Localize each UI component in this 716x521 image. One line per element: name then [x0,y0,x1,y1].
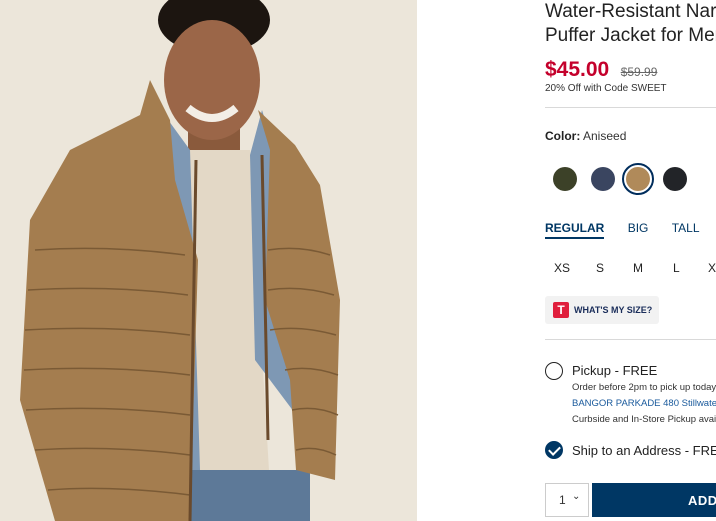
size-m[interactable]: M [633,261,643,275]
fit-tab-big[interactable]: BIG [628,221,649,235]
pickup-title: Pickup - FREE [572,363,658,378]
color-swatches [545,161,716,197]
quantity-select[interactable]: 1 ⌄ [545,483,589,517]
divider [545,339,716,340]
add-to-bag-button[interactable]: ADD TO BAG [592,483,716,517]
ship-title: Ship to an Address - FREE [572,443,716,458]
color-label: Color: Aniseed [545,129,626,143]
true-fit-logo-icon: T [553,302,569,318]
swatch-aniseed [626,167,650,191]
pickup-radio[interactable] [545,362,563,380]
product-title: Water-Resistant Narrow-Channel Puffer Ja… [545,0,716,48]
product-image[interactable] [0,0,417,521]
add-to-bag-label: ADD TO BAG [688,493,716,508]
swatch-olive[interactable] [553,167,577,191]
swatch-aniseed-selected[interactable] [622,163,654,195]
size-l[interactable]: L [673,261,680,275]
color-selected-name: Aniseed [583,129,627,143]
fit-tabs: REGULAR BIG TALL [545,221,716,239]
quantity-value: 1 [559,493,566,507]
whats-my-size-label: WHAT'S MY SIZE? [574,305,653,315]
swatch-black[interactable] [663,167,687,191]
original-price: $59.99 [620,65,658,79]
whats-my-size-button[interactable]: T WHAT'S MY SIZE? [545,296,659,324]
swatch-navy[interactable] [591,167,615,191]
ship-radio[interactable] [545,441,563,459]
pickup-note: Order before 2pm to pick up today [572,382,716,393]
size-s[interactable]: S [596,261,604,275]
size-xl[interactable]: XL [708,261,716,275]
size-xs[interactable]: XS [554,261,570,275]
pickup-store-link[interactable]: BANGOR PARKADE 480 Stillwater [572,398,716,409]
fit-tab-regular[interactable]: REGULAR [545,221,605,239]
product-title-line1: Water-Resistant Narrow-Channel [545,1,716,22]
divider [545,107,716,108]
product-details-panel: Water-Resistant Narrow-Channel Puffer Ja… [545,0,716,521]
color-label-key: Color: [545,129,581,143]
price-block: $45.00 $59.99 [545,58,657,82]
fit-tab-tall[interactable]: TALL [672,221,700,235]
sale-price: $45.00 [545,58,610,81]
pickup-options: Curbside and In-Store Pickup available [572,414,716,425]
model-photo-illustration [0,0,417,521]
chevron-down-icon: ⌄ [572,491,581,502]
promo-text: 20% Off with Code SWEET [545,83,667,94]
product-title-line2: Puffer Jacket for Men [545,25,716,46]
